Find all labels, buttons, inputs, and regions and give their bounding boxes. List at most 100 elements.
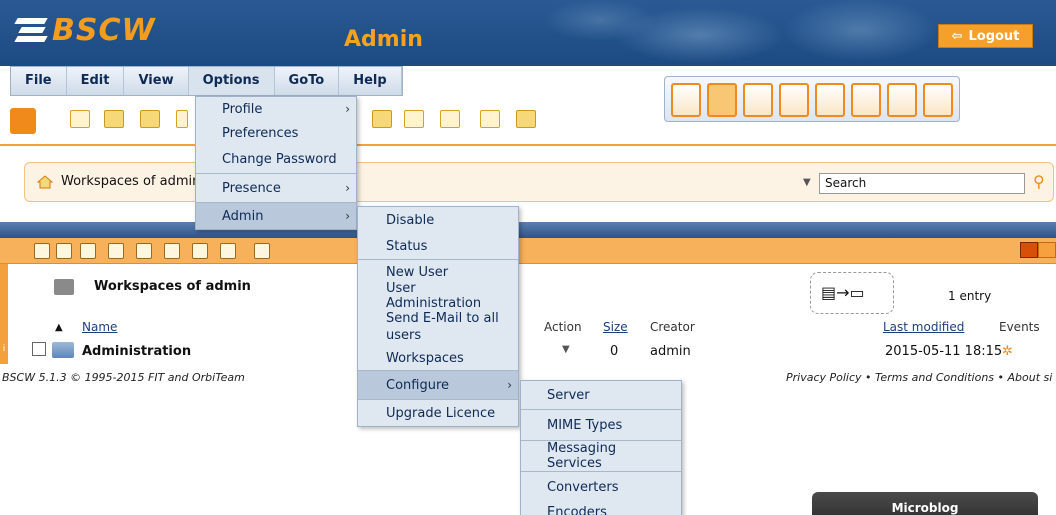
column-last-modified[interactable]: Last modified (883, 320, 964, 334)
new-folder-icon[interactable] (104, 110, 124, 128)
row-checkbox[interactable] (32, 342, 46, 356)
menu-view[interactable]: View (124, 67, 189, 95)
menu-item-label: Change Password (222, 151, 337, 167)
row-size: 0 (610, 344, 619, 359)
menu-item-label: Profile (222, 101, 263, 117)
note-icon[interactable] (70, 110, 90, 128)
menu-item-profile[interactable]: Profile › (196, 97, 356, 121)
upload-icon[interactable] (108, 243, 124, 259)
menu-item-configure[interactable]: Configure › (358, 371, 518, 399)
menubar: File Edit View Options GoTo Help (10, 66, 403, 96)
trash-icon[interactable] (779, 83, 809, 117)
star-folder-icon[interactable] (516, 110, 536, 128)
menu-item-messaging-services[interactable]: Messaging Services (521, 441, 681, 471)
drop-zone[interactable]: ▤→▭ (810, 272, 894, 314)
column-name[interactable]: Name (82, 320, 117, 334)
menu-item-label: Messaging Services (547, 441, 617, 471)
column-action: Action (544, 320, 582, 334)
menu-item-mime-types[interactable]: MIME Types (521, 410, 681, 440)
deselect-icon[interactable] (56, 243, 72, 259)
menu-item-send-email[interactable]: Send E-Mail to all users (358, 308, 518, 346)
logout-button[interactable]: ⇦ Logout (938, 24, 1033, 48)
menu-item-label: Encoders (547, 504, 607, 515)
location-bar: Workspaces of admin ▼ Search ⚲ (24, 162, 1054, 202)
search-input[interactable]: Search (819, 173, 1025, 194)
menu-item-converters[interactable]: Converters (521, 472, 681, 502)
list-view-icon[interactable] (1020, 242, 1038, 258)
logout-label: Logout (968, 28, 1020, 44)
chevron-right-icon: › (345, 209, 350, 223)
clipboard-icon[interactable] (743, 83, 773, 117)
app-header: BSCW Admin ⇦ Logout (0, 0, 1056, 66)
sort-ascending-icon[interactable]: ▲ (55, 322, 63, 333)
search-scope-dropdown[interactable]: ▼ (803, 177, 811, 188)
row-action-dropdown-icon[interactable]: ▼ (562, 344, 570, 355)
column-creator: Creator (650, 320, 695, 334)
column-size[interactable]: Size (603, 320, 628, 334)
addressbook-icon[interactable] (815, 83, 845, 117)
app-title: Admin (344, 27, 423, 52)
document-icon[interactable] (176, 110, 188, 128)
chevron-right-icon: › (345, 181, 350, 195)
move-to-icon[interactable] (164, 243, 180, 259)
cut-icon[interactable] (136, 243, 152, 259)
menu-goto[interactable]: GoTo (275, 67, 340, 95)
detail-view-icon[interactable] (1038, 242, 1056, 258)
move-icon[interactable] (404, 110, 424, 128)
menu-item-admin[interactable]: Admin › (196, 203, 356, 229)
logo-text: BSCW (52, 12, 156, 48)
row-name[interactable]: Administration (82, 344, 191, 359)
select-all-icon[interactable] (34, 243, 50, 259)
home-breadcrumb-icon[interactable] (37, 175, 53, 189)
breadcrumb[interactable]: Workspaces of admin (61, 174, 200, 189)
menu-item-encoders[interactable]: Encoders (521, 502, 681, 515)
info-icon[interactable]: i (0, 344, 8, 362)
logout-icon: ⇦ (951, 28, 963, 44)
open-folder-icon[interactable] (10, 108, 36, 134)
row-creator[interactable]: admin (650, 344, 691, 359)
copy-doc-icon[interactable] (192, 243, 208, 259)
add-folder-icon[interactable] (140, 110, 160, 128)
event-icon[interactable]: ✲ (1002, 344, 1013, 359)
share-icon[interactable] (80, 243, 96, 259)
menu-edit[interactable]: Edit (67, 67, 125, 95)
menu-item-disable[interactable]: Disable (358, 207, 518, 233)
menu-file[interactable]: File (11, 67, 67, 95)
footer-links[interactable]: Privacy Policy • Terms and Conditions • … (786, 371, 1052, 384)
menu-item-status[interactable]: Status (358, 233, 518, 259)
menu-item-workspaces[interactable]: Workspaces (358, 346, 518, 370)
folder-title: Workspaces of admin (94, 279, 251, 294)
card-icon[interactable] (480, 110, 500, 128)
menu-help[interactable]: Help (339, 67, 402, 95)
zip-icon[interactable] (254, 243, 270, 259)
bscw-logo[interactable]: BSCW (14, 12, 156, 48)
folder-icon[interactable] (52, 342, 74, 358)
menu-item-label: Converters (547, 479, 619, 495)
workspaces-icon[interactable] (671, 83, 701, 117)
bookmarks-icon[interactable] (851, 83, 881, 117)
open-folder-header-icon (54, 279, 74, 295)
entry-count: 1 entry (948, 289, 992, 303)
quick-access-panel (664, 76, 960, 122)
menu-item-change-password[interactable]: Change Password (196, 145, 356, 173)
menu-item-preferences[interactable]: Preferences (196, 121, 356, 145)
chevron-right-icon: › (345, 102, 350, 116)
copy-icon[interactable] (440, 110, 460, 128)
search-icon[interactable]: ⚲ (1033, 172, 1045, 191)
folder-add-icon[interactable] (372, 110, 392, 128)
menu-item-server[interactable]: Server (521, 381, 681, 409)
column-events: Events (999, 320, 1040, 334)
menu-item-upgrade-licence[interactable]: Upgrade Licence (358, 400, 518, 426)
delete-doc-icon[interactable] (220, 243, 236, 259)
menu-item-user-administration[interactable]: User Administration (358, 281, 518, 311)
microblog-panel[interactable]: Microblog (812, 492, 1038, 515)
admin-submenu: Disable Status New User User Administrat… (357, 206, 519, 427)
briefcase-icon[interactable] (923, 83, 953, 117)
menu-item-label: Workspaces (386, 350, 464, 366)
menu-options[interactable]: Options (188, 67, 275, 95)
microblog-title: Microblog (891, 501, 959, 515)
home-icon[interactable] (707, 83, 737, 117)
menu-item-presence[interactable]: Presence › (196, 174, 356, 202)
menu-item-label: MIME Types (547, 417, 623, 433)
tasks-icon[interactable] (887, 83, 917, 117)
